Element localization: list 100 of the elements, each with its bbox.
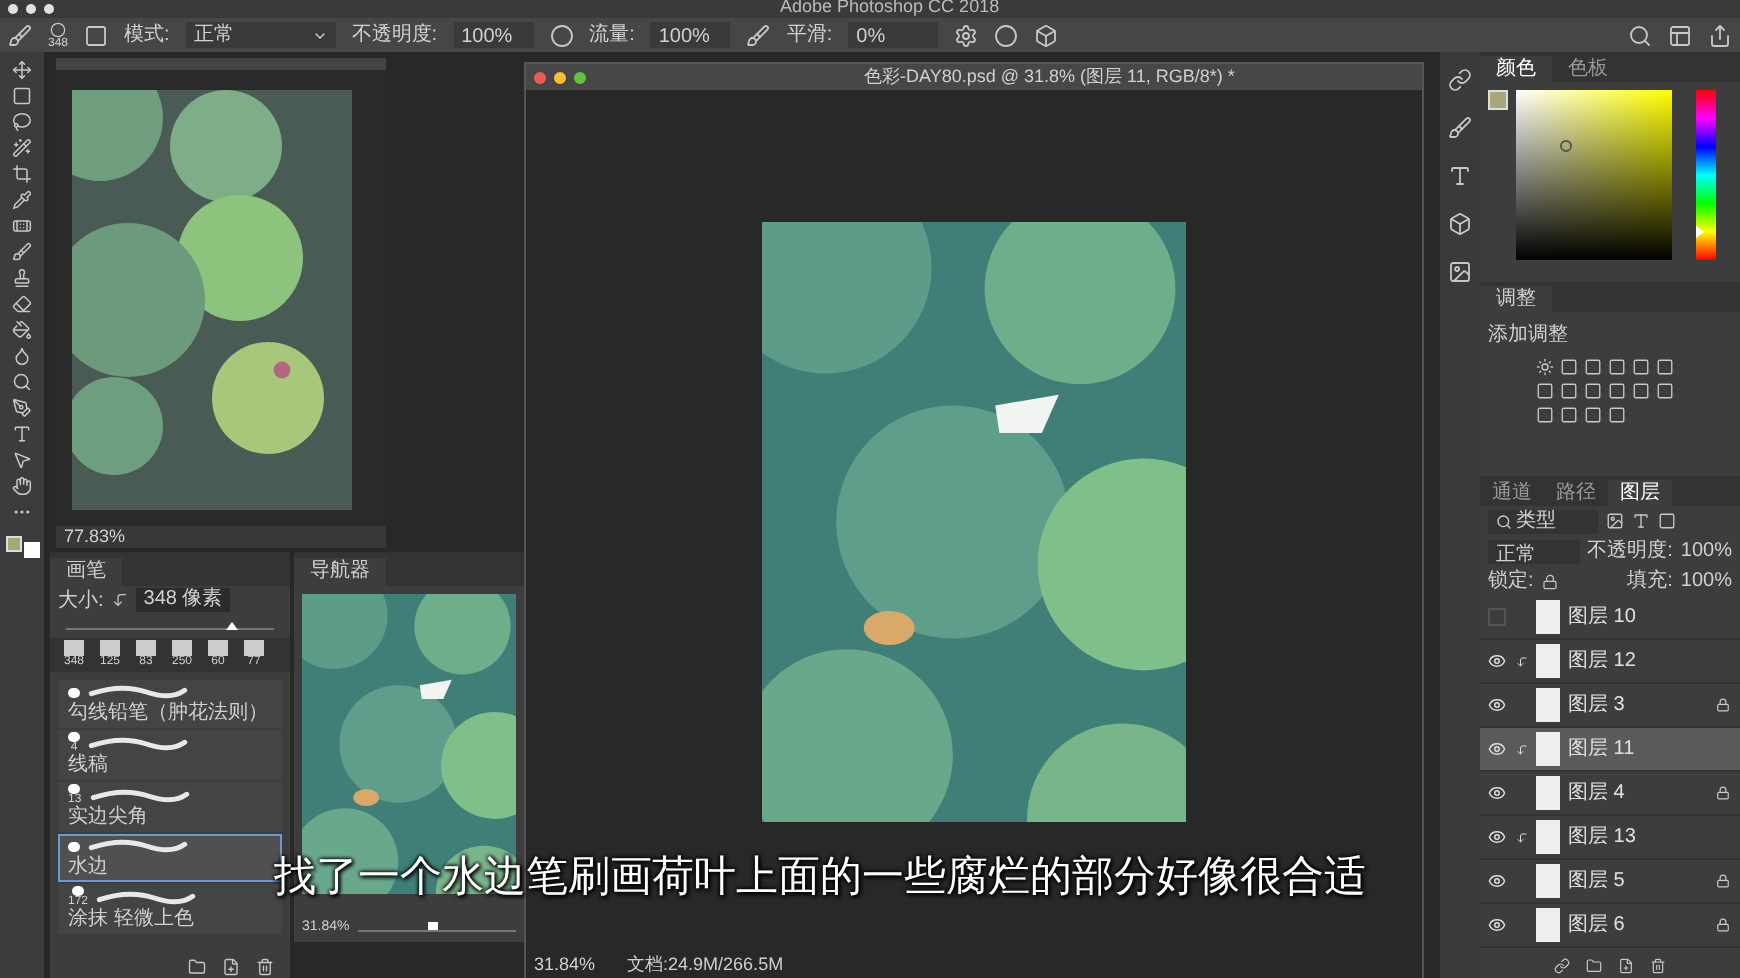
hand-tool-icon[interactable] — [12, 476, 32, 496]
layer-row[interactable]: 图层 6 — [1480, 904, 1740, 948]
layer-row[interactable]: 图层 5 — [1480, 860, 1740, 904]
folder-icon[interactable] — [188, 957, 206, 975]
eyedropper-icon[interactable] — [12, 190, 32, 210]
lock-label: 锁定: — [1488, 567, 1534, 596]
layer-row[interactable]: 图层 11 — [1480, 728, 1740, 772]
visibility-icon[interactable] — [1488, 784, 1506, 802]
color-picker[interactable] — [1516, 90, 1672, 260]
share-icon[interactable] — [1708, 23, 1732, 47]
selection-tool-icon[interactable] — [12, 450, 32, 470]
visibility-toggle[interactable] — [1488, 608, 1506, 626]
settings-icon[interactable] — [954, 23, 979, 47]
move-tool-icon[interactable] — [12, 60, 32, 80]
panel-tab[interactable]: 调整 — [1480, 286, 1552, 312]
reset-icon[interactable] — [111, 592, 128, 608]
character-icon[interactable] — [1448, 164, 1472, 188]
panel-tab[interactable]: 颜色 — [1480, 56, 1552, 82]
pen-tool-icon[interactable] — [12, 398, 32, 418]
type-filter-icon[interactable] — [1632, 512, 1650, 530]
blend-mode-dropdown[interactable]: 正常 — [1488, 539, 1580, 563]
opacity-label: 不透明度: — [1587, 537, 1673, 566]
zoom-slider[interactable] — [357, 925, 516, 931]
flow-field[interactable]: 100% — [650, 22, 731, 48]
panel-tab[interactable]: 画笔 — [50, 558, 122, 586]
brush-item[interactable]: 勾线铅笔（肿花法则） — [58, 680, 282, 728]
brush-tip-icon — [68, 687, 80, 697]
pixel-filter-icon[interactable] — [1606, 512, 1624, 530]
document-size: 文档:24.9M/266.5M — [627, 952, 784, 978]
panel-tab[interactable]: 图层 — [1608, 480, 1672, 506]
link-icon[interactable] — [1554, 958, 1570, 974]
airbrush-icon[interactable] — [746, 23, 771, 47]
stamp-tool-icon[interactable] — [12, 268, 32, 288]
panel-tab[interactable]: 通道 — [1480, 480, 1544, 506]
new-brush-icon[interactable] — [222, 957, 240, 975]
smoothing-field[interactable]: 0% — [848, 22, 939, 48]
layer-row[interactable]: 图层 12 — [1480, 640, 1740, 684]
brush-stroke-icon — [89, 785, 190, 805]
visibility-icon[interactable] — [1488, 872, 1506, 890]
visibility-icon[interactable] — [1488, 916, 1506, 934]
brush-tip-icon — [68, 841, 80, 851]
marquee-tool-icon[interactable] — [12, 86, 32, 106]
new-layer-icon[interactable] — [1618, 958, 1634, 974]
brush-preset-icon[interactable] — [50, 21, 66, 37]
workspace-icon[interactable] — [1668, 23, 1692, 47]
hue-slider[interactable] — [1696, 90, 1716, 260]
healing-brush-icon[interactable] — [12, 216, 32, 236]
search-icon — [1496, 513, 1512, 529]
layer-thumbnail — [1536, 776, 1560, 810]
visibility-icon[interactable] — [1488, 696, 1506, 714]
crop-tool-icon[interactable] — [12, 164, 32, 184]
delete-icon[interactable] — [256, 957, 274, 975]
lock-icon[interactable] — [1541, 573, 1558, 589]
size-slider[interactable] — [66, 622, 274, 630]
brush-settings-icon[interactable] — [1448, 116, 1472, 140]
layer-name: 图层 12 — [1568, 648, 1638, 676]
layer-thumbnail — [1536, 908, 1560, 942]
foreground-swatch[interactable] — [5, 536, 21, 552]
layer-name: 图层 4 — [1568, 780, 1627, 808]
visibility-icon[interactable] — [1488, 828, 1506, 846]
shape-filter-icon[interactable] — [1658, 512, 1676, 530]
layer-row[interactable]: 图层 13 — [1480, 816, 1740, 860]
layer-row[interactable]: 图层 10 — [1480, 596, 1740, 640]
magic-wand-icon[interactable] — [12, 138, 32, 158]
filter-dropdown[interactable]: 类型 — [1488, 509, 1598, 533]
opacity-field[interactable]: 100% — [453, 22, 534, 48]
visibility-icon[interactable] — [1488, 652, 1506, 670]
color-swatch[interactable] — [1488, 90, 1508, 110]
eraser-tool-icon[interactable] — [12, 294, 32, 314]
zoom-level: 31.84% — [534, 952, 596, 978]
size-field[interactable]: 348 像素 — [135, 588, 231, 612]
lasso-tool-icon[interactable] — [12, 112, 32, 132]
layer-thumbnail — [1536, 820, 1560, 854]
brush-tool-icon[interactable] — [8, 23, 32, 47]
adjustment-icon[interactable] — [1536, 358, 1554, 376]
folder-icon[interactable] — [1586, 958, 1602, 974]
zoom-tool-icon[interactable] — [12, 372, 32, 392]
visibility-icon[interactable] — [1488, 740, 1506, 758]
brush-name: 实边尖角 — [68, 806, 150, 830]
panel-tab[interactable]: 路径 — [1544, 480, 1608, 506]
panel-tab[interactable]: 色板 — [1552, 56, 1624, 82]
delete-icon[interactable] — [1650, 958, 1666, 974]
fill-value: 100% — [1680, 568, 1732, 596]
brush-panel-icon[interactable] — [84, 23, 109, 47]
3d-icon[interactable] — [1448, 212, 1472, 236]
flow-label: 流量: — [589, 21, 635, 50]
type-tool-icon[interactable] — [12, 424, 32, 444]
layer-row[interactable]: 图层 4 — [1480, 772, 1740, 816]
brush-tool-icon[interactable] — [12, 242, 32, 262]
brush-stroke-icon — [96, 887, 197, 907]
brush-tip-icon — [68, 732, 80, 742]
mode-dropdown[interactable]: 正常 — [185, 22, 336, 48]
opacity-value: 100% — [1680, 538, 1732, 566]
layer-thumbnail — [1536, 732, 1560, 766]
paint-bucket-icon[interactable] — [12, 320, 32, 340]
blur-tool-icon[interactable] — [12, 346, 32, 366]
layer-name: 图层 13 — [1568, 824, 1638, 852]
panel-tab[interactable]: 导航器 — [294, 558, 386, 586]
background-swatch[interactable] — [23, 542, 39, 558]
search-icon[interactable] — [1628, 23, 1652, 47]
